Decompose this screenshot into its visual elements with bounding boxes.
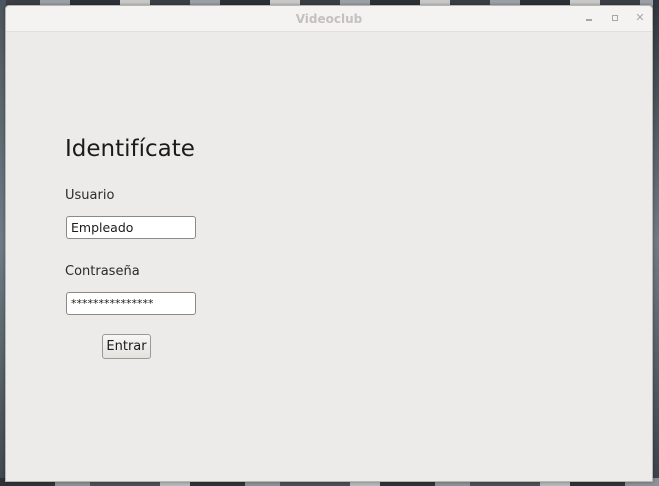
desktop-background-right — [653, 0, 659, 486]
title-bar[interactable]: Videoclub ✕ — [6, 6, 652, 32]
password-field[interactable] — [66, 292, 196, 315]
password-label: Contraseña — [65, 264, 140, 279]
close-icon[interactable]: ✕ — [633, 11, 647, 25]
username-label: Usuario — [65, 188, 115, 203]
username-field[interactable] — [66, 216, 196, 239]
login-form: Identifícate Usuario Contraseña Entrar — [6, 32, 652, 481]
minimize-icon[interactable] — [582, 11, 596, 25]
page-title: Identifícate — [65, 136, 195, 162]
app-window: Videoclub ✕ Identifícate Usuario Contras… — [5, 5, 653, 482]
login-button[interactable]: Entrar — [102, 334, 151, 359]
window-title: Videoclub — [295, 12, 363, 26]
maximize-icon[interactable] — [608, 11, 622, 25]
